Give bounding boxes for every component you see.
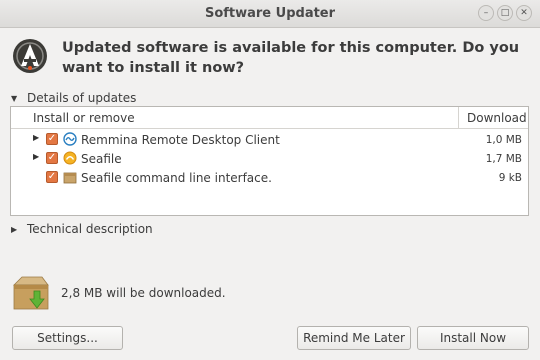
checkbox[interactable]: ✓ [46, 171, 58, 183]
package-name: Seafile command line interface. [81, 171, 272, 185]
collapsed-triangle-icon[interactable]: ▶ [33, 152, 39, 161]
download-package-icon [13, 276, 49, 310]
package-size: 1,0 MB [485, 134, 522, 146]
remind-me-later-button[interactable]: Remind Me Later [297, 326, 411, 350]
install-column-header[interactable]: Install or remove [33, 111, 135, 125]
download-column-header[interactable]: Download [458, 107, 530, 129]
package-size: 9 kB [498, 172, 522, 184]
update-row-seafile[interactable]: ▶ ✓ Seafile 1,7 MB [11, 149, 528, 169]
settings-button[interactable]: Settings... [12, 326, 123, 350]
update-message: Updated software is available for this c… [62, 40, 520, 76]
collapsed-triangle-icon[interactable]: ▶ [33, 133, 39, 142]
details-expander[interactable]: ▼ Details of updates [11, 91, 136, 105]
package-size: 1,7 MB [485, 153, 522, 165]
software-updater-icon [13, 39, 47, 73]
list-header: Install or remove Download [11, 107, 528, 129]
collapsed-triangle-icon: ▶ [11, 224, 18, 234]
title-bar: Software Updater – □ ✕ [0, 0, 540, 28]
remmina-icon [63, 132, 77, 146]
seafile-icon [63, 151, 77, 165]
update-row-remmina[interactable]: ▶ ✓ Remmina Remote Desktop Client 1,0 MB [11, 130, 528, 150]
checkbox[interactable]: ✓ [46, 133, 58, 145]
checkbox[interactable]: ✓ [46, 152, 58, 164]
details-label: Details of updates [27, 91, 137, 105]
package-name: Seafile [81, 152, 122, 166]
expanded-triangle-icon: ▼ [11, 93, 18, 103]
close-button[interactable]: ✕ [516, 5, 532, 21]
technical-description-label: Technical description [27, 222, 153, 236]
update-row-seafile-cli[interactable]: ✓ Seafile command line interface. 9 kB [11, 168, 528, 188]
maximize-button[interactable]: □ [497, 5, 513, 21]
window-title: Software Updater [204, 6, 336, 21]
minimize-button[interactable]: – [478, 5, 494, 21]
technical-description-expander[interactable]: ▶ Technical description [11, 222, 153, 236]
download-size-text: 2,8 MB will be downloaded. [61, 286, 226, 300]
package-name: Remmina Remote Desktop Client [81, 133, 280, 147]
window-controls: – □ ✕ [478, 5, 532, 21]
install-now-button[interactable]: Install Now [417, 326, 529, 350]
updates-list: Install or remove Download ▶ ✓ Remmina R… [10, 106, 529, 216]
package-icon [63, 172, 77, 184]
